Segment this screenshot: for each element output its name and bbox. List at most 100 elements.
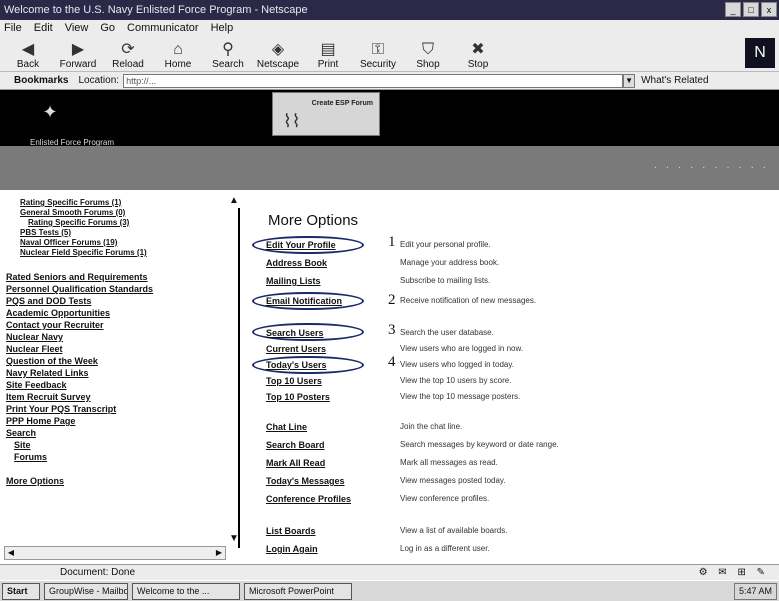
- nav-item[interactable]: Search: [6, 428, 36, 438]
- scroll-up-icon[interactable]: ▲: [228, 194, 240, 208]
- scroll-right-icon[interactable]: ▶: [213, 547, 225, 559]
- current-users-link[interactable]: Current Users: [266, 344, 326, 354]
- frame-vertical-scrollbar[interactable]: ▲ ▼: [228, 192, 240, 564]
- menu-edit[interactable]: Edit: [34, 20, 53, 36]
- taskbar-powerpoint[interactable]: Microsoft PowerPoint: [244, 582, 352, 600]
- netscape-button[interactable]: ◈ Netscape: [256, 36, 300, 70]
- horizontal-scrollbar[interactable]: ◀ ▶: [4, 546, 226, 560]
- back-button[interactable]: ◀ Back: [6, 36, 50, 70]
- list-boards-link[interactable]: List Boards: [266, 526, 316, 536]
- home-label: Home: [164, 59, 192, 70]
- nav-item[interactable]: Navy Related Links: [6, 368, 89, 378]
- nav-item[interactable]: Rating Specific Forums (3): [28, 218, 129, 227]
- url-dropdown-icon[interactable]: ▼: [623, 73, 636, 88]
- forward-arrow-icon: ▶: [71, 41, 85, 58]
- nav-item[interactable]: Nuclear Navy: [6, 332, 63, 342]
- nav-item[interactable]: PQS and DOD Tests: [6, 296, 91, 306]
- scroll-left-icon[interactable]: ◀: [5, 547, 17, 559]
- menu-go[interactable]: Go: [100, 20, 115, 36]
- search-button[interactable]: ⚲ Search: [206, 36, 250, 70]
- nav-item[interactable]: Print Your PQS Transcript: [6, 404, 116, 414]
- mailing-lists-link[interactable]: Mailing Lists: [266, 276, 321, 286]
- window-title: Welcome to the U.S. Navy Enlisted Force …: [4, 4, 308, 16]
- todays-users-link[interactable]: Today's Users: [266, 360, 327, 370]
- url-input[interactable]: [123, 73, 624, 88]
- nav-item[interactable]: More Options: [6, 476, 64, 486]
- nav-item[interactable]: Item Recruit Survey: [6, 392, 91, 402]
- nav-item[interactable]: Question of the Week: [6, 356, 98, 366]
- mark-all-read-link[interactable]: Mark All Read: [266, 458, 325, 468]
- scroll-down-icon[interactable]: ▼: [228, 532, 240, 546]
- login-again-link[interactable]: Login Again: [266, 544, 318, 554]
- search-users-link[interactable]: Search Users: [266, 328, 324, 338]
- option-row: Edit Your Profile Edit your personal prof…: [244, 240, 764, 252]
- system-tray-clock: 5:47 AM: [733, 583, 777, 600]
- nav-item[interactable]: Personnel Qualification Standards: [6, 284, 153, 294]
- stop-icon: ✖: [471, 41, 485, 58]
- print-button[interactable]: ▤ Print: [306, 36, 350, 70]
- nav-item[interactable]: Site Feedback: [6, 380, 67, 390]
- option-description: View conference profiles.: [400, 494, 490, 503]
- menu-help[interactable]: Help: [211, 20, 234, 36]
- reload-button[interactable]: ⟳ Reload: [106, 36, 150, 70]
- shop-button[interactable]: ⛉ Shop: [406, 36, 450, 70]
- stop-button[interactable]: ✖ Stop: [456, 36, 500, 70]
- menu-view[interactable]: View: [65, 20, 89, 36]
- main-content: More Options 1 2 3 4 Edit Your Profile Ed…: [244, 192, 779, 564]
- top-10-users-link[interactable]: Top 10 Users: [266, 376, 322, 386]
- banner-ad[interactable]: ⌇⌇ Create ESP Forum: [272, 92, 380, 136]
- search-icon: ⚲: [222, 41, 234, 58]
- site-logo-icon: ✦: [42, 102, 58, 122]
- forward-label: Forward: [59, 59, 97, 70]
- nav-item[interactable]: Rating Specific Forums (1): [20, 198, 121, 207]
- menu-file[interactable]: File: [4, 20, 22, 36]
- nav-item[interactable]: Forums: [14, 452, 47, 462]
- whats-related-button[interactable]: What's Related: [641, 75, 709, 86]
- taskbar-groupwise[interactable]: GroupWise - Mailbox: [44, 582, 128, 600]
- conference-profiles-link[interactable]: Conference Profiles: [266, 494, 351, 504]
- menu-communicator[interactable]: Communicator: [127, 20, 199, 36]
- nav-item[interactable]: PPP Home Page: [6, 416, 75, 426]
- nav-item[interactable]: Academic Opportunities: [6, 308, 110, 318]
- option-description: Edit your personal profile.: [400, 240, 491, 249]
- nav-item[interactable]: PBS Tests (5): [20, 228, 71, 237]
- email-notification-link[interactable]: Email Notification: [266, 296, 342, 306]
- print-label: Print: [317, 59, 339, 70]
- option-row: Mailing Lists Subscribe to mailing lists.: [244, 276, 764, 288]
- scroll-track[interactable]: [238, 208, 240, 548]
- window-titlebar: Welcome to the U.S. Navy Enlisted Force …: [0, 0, 779, 20]
- nav-item[interactable]: Site: [14, 440, 31, 450]
- option-row: Mark All Read Mark all messages as read.: [244, 458, 764, 470]
- menu-bar: File Edit View Go Communicator Help: [0, 20, 779, 36]
- home-icon: ⌂: [173, 41, 183, 58]
- close-button[interactable]: x: [761, 2, 777, 17]
- taskbar-netscape[interactable]: Welcome to the ...: [132, 582, 240, 600]
- navigation-toolbar: ◀ Back ▶ Forward ⟳ Reload ⌂ Home ⚲ Search ◈ Ne…: [0, 36, 779, 72]
- todays-messages-link[interactable]: Today's Messages: [266, 476, 345, 486]
- search-board-link[interactable]: Search Board: [266, 440, 325, 450]
- nav-item[interactable]: Contact your Recruiter: [6, 320, 104, 330]
- reload-icon: ⟳: [121, 41, 135, 58]
- address-book-link[interactable]: Address Book: [266, 258, 327, 268]
- edit-profile-link[interactable]: Edit Your Profile: [266, 240, 336, 250]
- security-button[interactable]: ⚿ Security: [356, 36, 400, 70]
- nav-item[interactable]: General Smooth Forums (0): [20, 208, 125, 217]
- option-description: View users who logged in today.: [400, 360, 514, 369]
- reload-label: Reload: [112, 59, 144, 70]
- option-description: Log in as a different user.: [400, 544, 490, 553]
- start-button[interactable]: Start: [2, 582, 40, 600]
- nav-item[interactable]: Nuclear Fleet: [6, 344, 63, 354]
- option-row: List Boards View a list of available boar…: [244, 526, 764, 538]
- nav-item[interactable]: Naval Officer Forums (19): [20, 238, 117, 247]
- home-button[interactable]: ⌂ Home: [156, 36, 200, 70]
- maximize-button[interactable]: □: [743, 2, 759, 17]
- top-10-posters-link[interactable]: Top 10 Posters: [266, 392, 330, 402]
- nav-item[interactable]: Rated Seniors and Requirements: [6, 272, 148, 282]
- nav-item[interactable]: Nuclear Field Specific Forums (1): [20, 248, 147, 257]
- status-tray-icons: ⚙ ✉ ⊞ ✎: [698, 567, 769, 578]
- chat-line-link[interactable]: Chat Line: [266, 422, 307, 432]
- ad-text: Create ESP Forum: [311, 100, 373, 107]
- bookmarks-button[interactable]: Bookmarks: [0, 75, 74, 86]
- minimize-button[interactable]: _: [725, 2, 741, 17]
- forward-button[interactable]: ▶ Forward: [56, 36, 100, 70]
